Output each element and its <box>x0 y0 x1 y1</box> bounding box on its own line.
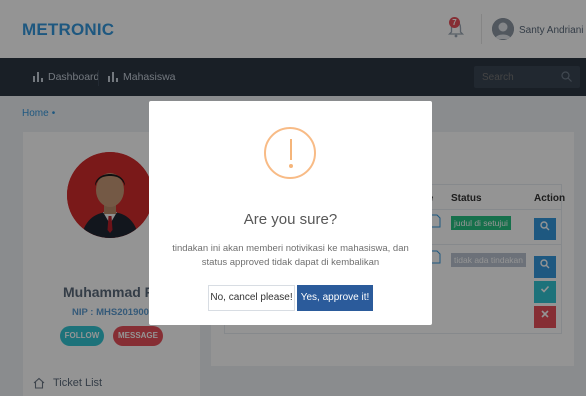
confirm-dialog: Are you sure? tindakan ini akan memberi … <box>149 101 432 325</box>
warning-icon-bar <box>290 139 292 160</box>
dialog-title: Are you sure? <box>243 211 338 228</box>
dialog-message: tindakan ini akan memberi notivikasi ke … <box>172 243 409 268</box>
warning-icon <box>264 127 316 179</box>
confirm-approve-button[interactable]: Yes, approve it! <box>297 285 373 311</box>
cancel-button[interactable]: No, cancel please! <box>208 285 295 311</box>
warning-icon-dot <box>289 164 293 168</box>
